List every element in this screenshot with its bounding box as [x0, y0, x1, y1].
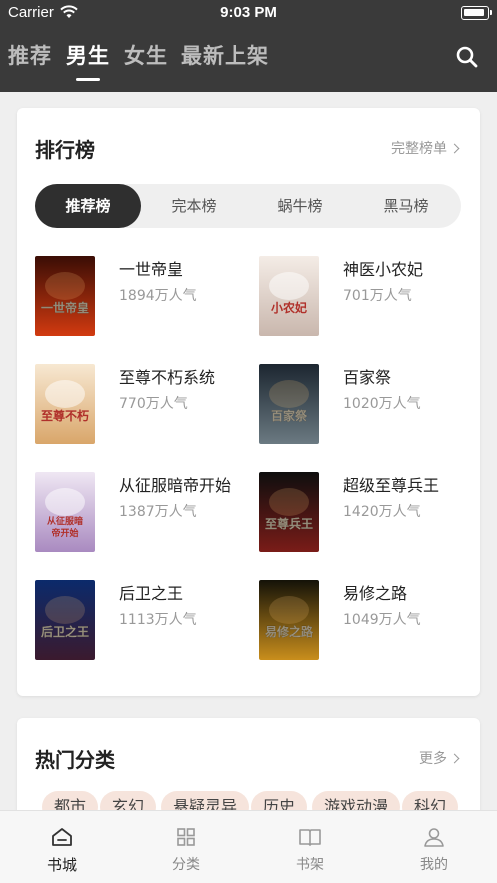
- svg-text:易修之路: 易修之路: [265, 624, 314, 639]
- tab-label: 最新上架: [181, 44, 269, 68]
- book-cover: 一世帝皇: [35, 256, 95, 336]
- book-cover: 至尊兵王: [259, 472, 319, 552]
- book-popularity: 1020万人气: [343, 396, 421, 412]
- full-ranking-label: 完整榜单: [391, 141, 447, 157]
- top-header: Carrier 9:03 PM 推荐 男生 女生 最新上架: [0, 0, 497, 92]
- book-popularity: 1387万人气: [119, 504, 197, 520]
- tab-new-releases[interactable]: 最新上架: [181, 40, 269, 70]
- book-popularity: 770万人气: [119, 396, 188, 412]
- tabbar-bookshelf[interactable]: 书架: [248, 811, 372, 883]
- status-time: 9:03 PM: [220, 4, 277, 21]
- categories-title: 热门分类: [35, 748, 115, 772]
- book-title: 一世帝皇: [119, 260, 184, 279]
- tab-recommend[interactable]: 推荐: [8, 40, 52, 70]
- book-popularity: 1113万人气: [119, 612, 197, 628]
- tabbar-bookstore[interactable]: 书城: [0, 811, 124, 883]
- ranking-card: 排行榜 完整榜单 推荐榜 完本榜 蜗牛榜 黑马榜 一世帝皇 一世帝皇 1894万…: [17, 108, 480, 696]
- book-popularity: 701万人气: [343, 288, 412, 304]
- book-cover: 至尊不朽: [35, 364, 95, 444]
- tabbar-category[interactable]: 分类: [124, 811, 248, 883]
- tabbar-profile[interactable]: 我的: [372, 811, 496, 883]
- book-popularity: 1049万人气: [343, 612, 421, 628]
- status-bar: Carrier 9:03 PM: [0, 0, 497, 26]
- book-item[interactable]: 一世帝皇 一世帝皇 1894万人气: [35, 256, 235, 336]
- book-cover: 百家祭: [259, 364, 319, 444]
- svg-text:小农妃: 小农妃: [271, 300, 307, 315]
- full-ranking-link[interactable]: 完整榜单: [391, 138, 460, 158]
- tab-label: 男生: [66, 44, 110, 68]
- book-item[interactable]: 至尊兵王 超级至尊兵王 1420万人气: [259, 472, 459, 552]
- segment-completed[interactable]: 完本榜: [141, 184, 247, 228]
- segment-recommend[interactable]: 推荐榜: [35, 184, 141, 228]
- tab-male[interactable]: 男生: [66, 40, 110, 81]
- book-title: 后卫之王: [119, 584, 184, 603]
- book-title: 百家祭: [343, 368, 392, 387]
- book-title: 超级至尊兵王: [343, 476, 440, 495]
- svg-text:一世帝皇: 一世帝皇: [41, 300, 89, 315]
- segment-snail[interactable]: 蜗牛榜: [247, 184, 353, 228]
- book-cover: 从征服暗 帝开始: [35, 472, 95, 552]
- book-item[interactable]: 易修之路 易修之路 1049万人气: [259, 580, 459, 660]
- svg-text:帝开始: 帝开始: [51, 527, 78, 539]
- chevron-right-icon: [449, 143, 460, 154]
- tabbar-label: 分类: [172, 857, 200, 873]
- book-title: 从征服暗帝开始: [119, 476, 232, 495]
- more-label: 更多: [419, 751, 447, 767]
- search-icon[interactable]: [455, 45, 479, 69]
- book-cover: 小农妃: [259, 256, 319, 336]
- home-icon: [50, 825, 74, 849]
- ranking-segment-control: 推荐榜 完本榜 蜗牛榜 黑马榜: [35, 184, 461, 228]
- tab-label: 女生: [124, 44, 168, 68]
- tabbar-label: 书城: [46, 856, 77, 874]
- book-cover: 后卫之王: [35, 580, 95, 660]
- svg-text:后卫之王: 后卫之王: [41, 624, 89, 639]
- chevron-right-icon: [449, 753, 460, 764]
- svg-text:至尊不朽: 至尊不朽: [41, 408, 89, 423]
- book-item[interactable]: 至尊不朽 至尊不朽系统 770万人气: [35, 364, 235, 444]
- bottom-tab-bar: 书城 分类 书架 我的: [0, 810, 497, 883]
- book-title: 易修之路: [343, 584, 408, 603]
- ranking-title: 排行榜: [35, 138, 95, 162]
- book-item[interactable]: 小农妃 神医小农妃 701万人气: [259, 256, 459, 336]
- svg-text:百家祭: 百家祭: [271, 408, 308, 423]
- book-title: 至尊不朽系统: [119, 368, 216, 387]
- book-item[interactable]: 后卫之王 后卫之王 1113万人气: [35, 580, 235, 660]
- battery-icon: [461, 6, 492, 20]
- book-item[interactable]: 从征服暗 帝开始 从征服暗帝开始 1387万人气: [35, 472, 235, 552]
- book-title: 神医小农妃: [343, 260, 424, 279]
- active-tab-indicator: [76, 78, 100, 81]
- grid-icon: [174, 825, 198, 849]
- svg-text:从征服暗: 从征服暗: [47, 515, 83, 527]
- book-item[interactable]: 百家祭 百家祭 1020万人气: [259, 364, 459, 444]
- book-cover: 易修之路: [259, 580, 319, 660]
- book-popularity: 1420万人气: [343, 504, 421, 520]
- tab-label: 推荐: [8, 44, 52, 68]
- user-icon: [422, 825, 446, 849]
- tabbar-label: 书架: [296, 857, 324, 873]
- tab-female[interactable]: 女生: [124, 40, 168, 70]
- more-categories-link[interactable]: 更多: [419, 748, 460, 768]
- book-popularity: 1894万人气: [119, 288, 197, 304]
- top-nav: 推荐 男生 女生 最新上架: [0, 40, 497, 81]
- tabbar-label: 我的: [420, 857, 448, 873]
- book-icon: [298, 825, 322, 849]
- segment-dark-horse[interactable]: 黑马榜: [353, 184, 459, 228]
- svg-text:至尊兵王: 至尊兵王: [265, 516, 313, 531]
